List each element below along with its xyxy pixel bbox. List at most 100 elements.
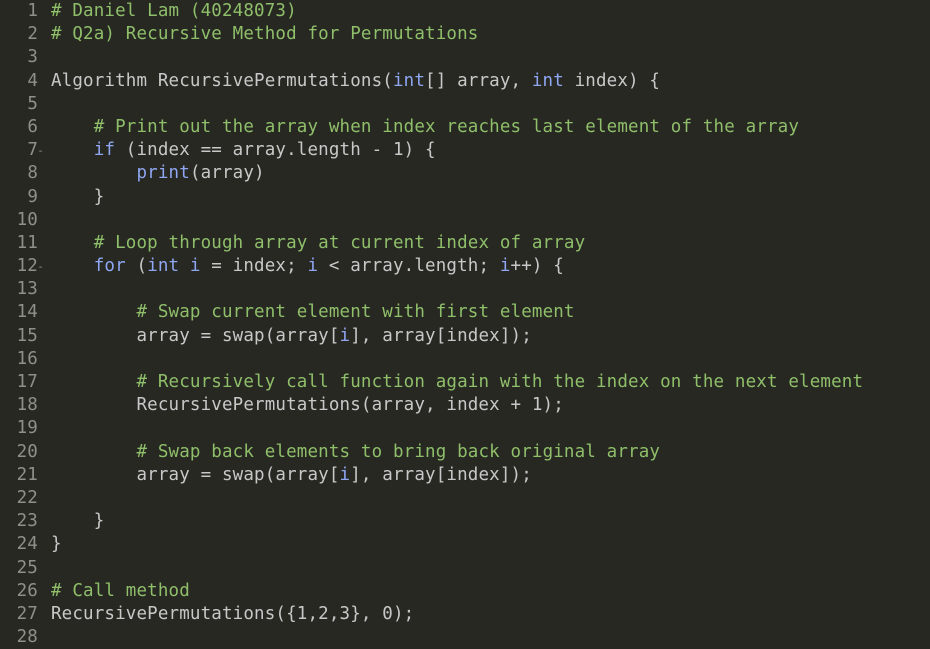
code-line[interactable]: 4 Algorithm RecursivePermutations(int[] a… bbox=[0, 70, 930, 93]
code-token: RecursivePermutations({1,2,3}, 0); bbox=[51, 603, 415, 624]
code-line[interactable]: 13 bbox=[0, 278, 930, 301]
fold-marker-icon[interactable]: - bbox=[37, 139, 44, 162]
code-line[interactable]: 14 # Swap current element with first ele… bbox=[0, 301, 930, 324]
line-number: 22 bbox=[16, 487, 38, 508]
code-text: # Q2a) Recursive Method for Permutations bbox=[38, 23, 478, 46]
keyword-token: print bbox=[136, 163, 190, 184]
code-text: RecursivePermutations(array, index + 1); bbox=[38, 394, 564, 417]
code-line[interactable]: 5 bbox=[0, 93, 930, 116]
code-line[interactable]: 20 # Swap back elements to bring back or… bbox=[0, 441, 930, 464]
code-line[interactable]: 26 # Call method bbox=[0, 580, 930, 603]
line-number: 10 bbox=[16, 209, 38, 230]
comment-token: # Loop through array at current index of… bbox=[93, 232, 586, 253]
line-number: 2 bbox=[27, 24, 38, 45]
code-line[interactable]: 19 bbox=[0, 417, 930, 440]
code-line[interactable]: 22 bbox=[0, 487, 930, 510]
line-number: 4 bbox=[27, 70, 38, 91]
code-line[interactable]: 11 # Loop through array at current index… bbox=[0, 232, 930, 255]
code-line[interactable]: 3 bbox=[0, 46, 930, 69]
code-line[interactable]: 17 # Recursively call function again wit… bbox=[0, 371, 930, 394]
comment-token: # Swap current element with first elemen… bbox=[136, 302, 575, 323]
code-line[interactable]: 2 # Q2a) Recursive Method for Permutation… bbox=[0, 23, 930, 46]
keyword-token: i bbox=[339, 325, 351, 346]
line-number: 11 bbox=[16, 232, 38, 253]
comment-token: # Swap back elements to bring back origi… bbox=[136, 441, 661, 462]
code-line[interactable]: 9 } bbox=[0, 186, 930, 209]
code-line[interactable]: 12- for (int i = index; i < array.length… bbox=[0, 255, 930, 278]
code-token: } bbox=[51, 534, 62, 555]
code-token: (array) bbox=[189, 163, 265, 184]
comment-token: # Daniel Lam (40248073) bbox=[51, 1, 297, 21]
line-number: 28 bbox=[16, 627, 38, 648]
code-text: array = swap(array[i], array[index]); bbox=[38, 464, 532, 487]
line-number: 27 bbox=[16, 603, 38, 624]
code-line[interactable]: 25 bbox=[0, 557, 930, 580]
code-text: # Print out the array when index reaches… bbox=[38, 116, 799, 139]
code-line[interactable]: 15 array = swap(array[i], array[index]); bbox=[0, 325, 930, 348]
code-text: RecursivePermutations({1,2,3}, 0); bbox=[38, 603, 414, 626]
code-line[interactable]: 24} bbox=[0, 533, 930, 556]
line-number: 15 bbox=[16, 325, 38, 346]
code-text: # Loop through array at current index of… bbox=[38, 232, 585, 255]
comment-token: # Recursively call function again with t… bbox=[136, 372, 864, 392]
code-token: [] array, bbox=[425, 70, 532, 91]
line-number: 8 bbox=[27, 163, 38, 184]
code-line[interactable]: 28 bbox=[0, 626, 930, 649]
line-number: 5 bbox=[27, 93, 38, 114]
code-line[interactable]: 27 RecursivePermutations({1,2,3}, 0); bbox=[0, 603, 930, 626]
line-number: 6 bbox=[27, 116, 38, 137]
code-text: } bbox=[38, 186, 105, 209]
line-number: 13 bbox=[16, 279, 38, 300]
keyword-token: i bbox=[499, 256, 511, 277]
keyword-token: i bbox=[307, 256, 319, 277]
code-line[interactable]: 23 } bbox=[0, 510, 930, 533]
code-token: array = swap(array[ bbox=[51, 325, 340, 346]
code-text: if (index == array.length - 1) { bbox=[38, 139, 436, 162]
comment-token: # Q2a) Recursive Method for Permutations bbox=[51, 24, 479, 45]
code-line[interactable]: 10 bbox=[0, 209, 930, 232]
code-text: # Recursively call function again with t… bbox=[38, 371, 863, 394]
keyword-token: int bbox=[392, 70, 426, 91]
code-line[interactable]: 7- if (index == array.length - 1) { bbox=[0, 139, 930, 162]
code-token: = index; bbox=[200, 256, 308, 277]
keyword-token: int bbox=[531, 70, 564, 91]
code-line[interactable]: 8 print(array) bbox=[0, 162, 930, 185]
code-line[interactable]: 21 array = swap(array[i], array[index]); bbox=[0, 464, 930, 487]
line-number: 7- bbox=[0, 139, 44, 162]
line-number: 16 bbox=[16, 348, 38, 369]
code-text: # Swap current element with first elemen… bbox=[38, 301, 575, 324]
code-token: RecursivePermutations(array, index + 1); bbox=[51, 395, 564, 416]
fold-marker-icon[interactable]: - bbox=[37, 255, 44, 278]
code-line[interactable]: 16 bbox=[0, 348, 930, 371]
line-number: 1 bbox=[27, 1, 38, 21]
code-token: ], array[index]); bbox=[350, 325, 532, 346]
keyword-token: if bbox=[93, 140, 116, 161]
line-number: 14 bbox=[16, 302, 38, 323]
line-number: 9 bbox=[27, 186, 38, 207]
code-text: # Daniel Lam (40248073) bbox=[38, 0, 297, 23]
code-line[interactable]: 6 # Print out the array when index reach… bbox=[0, 116, 930, 139]
code-token: (index == array.length - 1) { bbox=[115, 140, 436, 161]
code-text: } bbox=[38, 533, 62, 556]
code-text: for (int i = index; i < array.length; i+… bbox=[38, 255, 564, 278]
code-token: index) { bbox=[563, 70, 661, 91]
code-line[interactable]: 1 # Daniel Lam (40248073) bbox=[0, 0, 930, 23]
code-editor[interactable]: 1 # Daniel Lam (40248073) 2 # Q2a) Recursiv… bbox=[0, 0, 930, 649]
code-token: } bbox=[51, 511, 105, 532]
code-line[interactable]: 18 RecursivePermutations(array, index + … bbox=[0, 394, 930, 417]
code-token: ++) { bbox=[510, 256, 564, 277]
line-number: 24 bbox=[16, 534, 38, 555]
